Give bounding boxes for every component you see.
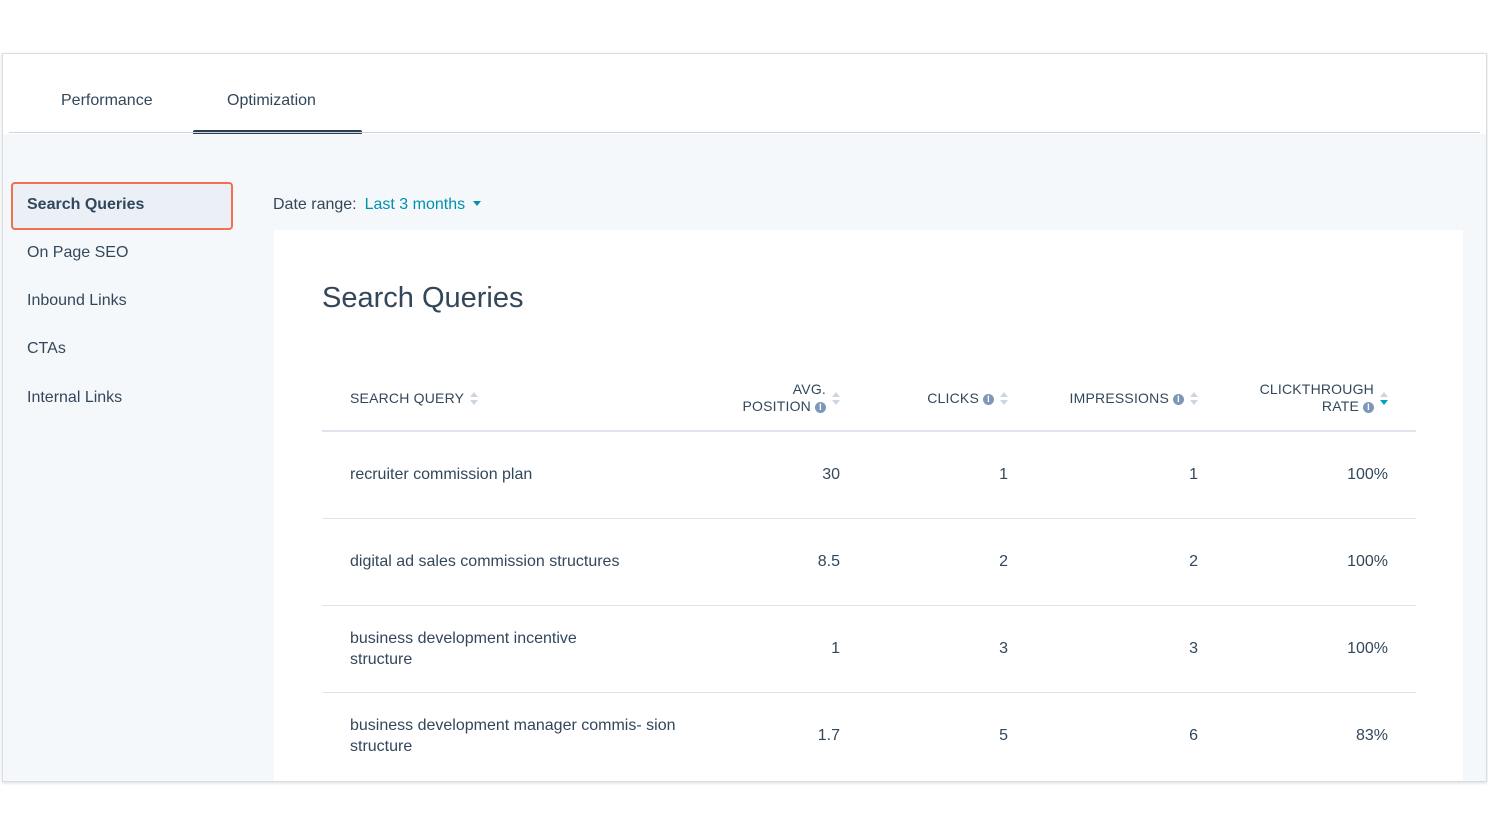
- search-queries-table: Search Query Avg. Position i Clicks i Impr…: [322, 363, 1416, 779]
- impressions-cell: 1: [1189, 466, 1198, 483]
- query-cell: recruiter commission plan: [350, 466, 533, 483]
- table-row: business development incentive structure…: [322, 606, 1416, 693]
- info-icon[interactable]: i: [983, 393, 994, 405]
- sidebar-item-internal-links[interactable]: Internal Links: [27, 389, 122, 407]
- clicks-cell: 2: [999, 553, 1008, 570]
- clicks-cell: 5: [999, 727, 1008, 744]
- query-cell: business development manager commis- sio…: [350, 717, 676, 755]
- caret-down-icon: [473, 201, 482, 207]
- sidebar-item-ctas[interactable]: CTAs: [27, 340, 66, 358]
- column-label: Search Query: [350, 390, 465, 406]
- table-row: digital ad sales commission structures 8…: [322, 519, 1416, 606]
- column-header-search-query[interactable]: Search Query: [350, 390, 479, 407]
- table-header: Search Query Avg. Position i Clicks i Impr…: [322, 363, 1416, 432]
- column-label: Rate: [1321, 398, 1359, 414]
- clicks-cell: 3: [999, 640, 1008, 657]
- tab-optimization[interactable]: Optimization: [227, 92, 316, 110]
- ctr-cell: 83%: [1355, 727, 1388, 744]
- tab-divider: [9, 132, 1480, 133]
- column-header-clickthrough-rate[interactable]: Clickthrough Rate i: [1260, 381, 1388, 415]
- search-queries-card: Search Queries Search Query Avg. Positio…: [274, 230, 1463, 781]
- ctr-cell: 100%: [1347, 466, 1388, 483]
- app-window: Performance Optimization Search Queries …: [2, 53, 1487, 782]
- clicks-cell: 1: [999, 466, 1008, 483]
- column-label: Clicks: [927, 390, 979, 406]
- column-label: Impressions: [1069, 390, 1169, 406]
- sidebar-item-search-queries[interactable]: Search Queries: [11, 182, 233, 230]
- column-header-clicks[interactable]: Clicks i: [927, 390, 1008, 407]
- position-cell: 30: [822, 466, 840, 483]
- column-label: Clickthrough: [1259, 381, 1374, 397]
- sidebar-item-label: Search Queries: [27, 196, 145, 213]
- position-cell: 8.5: [817, 553, 840, 570]
- info-icon[interactable]: i: [1363, 401, 1374, 413]
- query-cell: business development incentive structure: [350, 630, 577, 668]
- ctr-cell: 100%: [1347, 553, 1388, 570]
- table-row: business development manager commis- sio…: [322, 693, 1416, 779]
- info-icon[interactable]: i: [1173, 393, 1184, 405]
- ctr-cell: 100%: [1347, 640, 1388, 657]
- info-icon[interactable]: i: [815, 401, 826, 413]
- impressions-cell: 3: [1189, 640, 1198, 657]
- optimization-panel: Search Queries On Page SEO Inbound Links…: [3, 134, 1486, 781]
- column-header-avg-position[interactable]: Avg. Position i: [742, 381, 840, 415]
- column-label: Avg.: [792, 381, 826, 397]
- column-header-impressions[interactable]: Impressions i: [1070, 390, 1198, 407]
- column-label: Position: [742, 398, 811, 414]
- sort-descending-icon[interactable]: [1380, 391, 1388, 407]
- date-range-value: Last 3 months: [364, 196, 466, 213]
- sidebar-item-on-page-seo[interactable]: On Page SEO: [27, 244, 128, 262]
- card-title: Search Queries: [322, 282, 524, 314]
- table-row: recruiter commission plan 30 1 1 100%: [322, 432, 1416, 519]
- tab-bar: Performance Optimization: [3, 54, 1486, 135]
- position-cell: 1: [831, 640, 840, 657]
- sort-icon[interactable]: [832, 391, 840, 407]
- sort-icon[interactable]: [470, 391, 479, 407]
- impressions-cell: 6: [1189, 727, 1198, 744]
- sidebar-item-inbound-links[interactable]: Inbound Links: [27, 292, 127, 310]
- sort-icon[interactable]: [1000, 391, 1008, 407]
- date-range-label: Date range:: [273, 196, 357, 213]
- date-range-filter: Date range: Last 3 months: [273, 196, 482, 214]
- position-cell: 1.7: [817, 727, 840, 744]
- tab-performance[interactable]: Performance: [61, 92, 153, 110]
- query-cell: digital ad sales commission structures: [350, 553, 620, 570]
- impressions-cell: 2: [1189, 553, 1198, 570]
- sort-icon[interactable]: [1190, 391, 1198, 407]
- date-range-dropdown[interactable]: Last 3 months: [365, 196, 482, 213]
